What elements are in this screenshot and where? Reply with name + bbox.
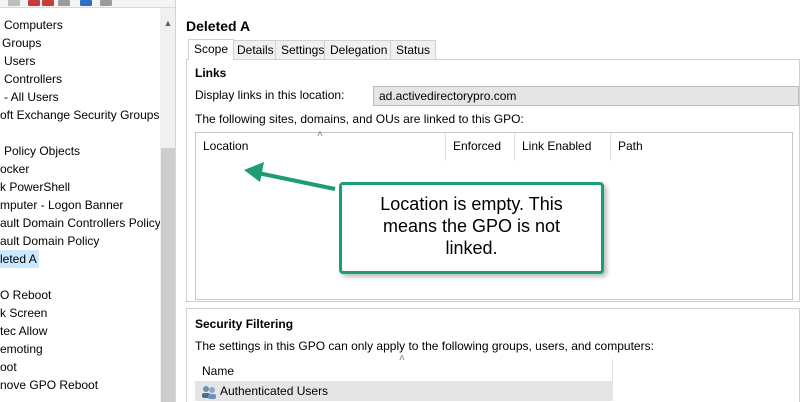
column-header-name[interactable]: Name bbox=[195, 359, 613, 383]
tree-item[interactable]: k Screen bbox=[0, 304, 47, 322]
delete-icon[interactable] bbox=[28, 0, 40, 6]
scope-tab-panel: Links Display links in this location: ad… bbox=[186, 59, 800, 302]
tab-status[interactable]: Status bbox=[390, 40, 437, 60]
tree-item[interactable]: ocker bbox=[0, 160, 29, 178]
tree-item-selected[interactable]: leted A bbox=[0, 250, 39, 268]
annotation-callout: Location is empty. This means the GPO is… bbox=[339, 182, 604, 274]
security-filtering-panel: Security Filtering The settings in this … bbox=[186, 308, 800, 402]
tree-item[interactable]: Users bbox=[4, 52, 35, 70]
tree-item[interactable]: oft Exchange Security Groups bbox=[0, 106, 159, 124]
tab-settings[interactable]: Settings bbox=[275, 40, 331, 60]
security-filtering-heading: Security Filtering bbox=[195, 317, 294, 331]
tree-item[interactable]: ault Domain Policy bbox=[0, 232, 99, 250]
links-heading: Links bbox=[195, 66, 227, 80]
users-group-icon bbox=[201, 385, 217, 399]
tree-item[interactable]: nove GPO Reboot bbox=[0, 376, 98, 394]
display-links-label: Display links in this location: bbox=[195, 88, 345, 102]
tab-details[interactable]: Details bbox=[231, 40, 280, 60]
gpo-tree-pane: Computers Groups Users Controllers - All… bbox=[0, 0, 176, 402]
toolbar bbox=[0, 0, 175, 8]
scrollbar-thumb[interactable] bbox=[161, 148, 175, 402]
view-icon[interactable] bbox=[100, 0, 112, 6]
toolbar-icon[interactable] bbox=[8, 0, 20, 6]
location-dropdown[interactable]: ad.activedirectorypro.com bbox=[373, 86, 799, 106]
tree-item[interactable]: oot bbox=[0, 358, 17, 376]
table-row[interactable]: Authenticated Users bbox=[195, 381, 613, 401]
tree-item[interactable]: Controllers bbox=[4, 70, 62, 88]
gpo-details-pane: Deleted A Scope Details Settings Delegat… bbox=[178, 0, 802, 402]
tree-item[interactable]: O Reboot bbox=[0, 286, 51, 304]
row-name: Authenticated Users bbox=[220, 384, 329, 398]
column-header-path[interactable]: Path bbox=[611, 133, 791, 161]
tree-item[interactable]: - All Users bbox=[4, 88, 59, 106]
page-title: Deleted A bbox=[186, 18, 251, 34]
tree-item[interactable]: ault Domain Controllers Policy bbox=[0, 214, 161, 232]
properties-icon[interactable] bbox=[58, 0, 70, 6]
callout-text: Location is empty. This means the GPO is… bbox=[380, 194, 563, 258]
delete-icon[interactable] bbox=[42, 0, 54, 6]
tab-scope[interactable]: Scope bbox=[188, 39, 235, 60]
tree-item[interactable]: Groups bbox=[2, 34, 41, 52]
tab-delegation[interactable]: Delegation bbox=[324, 40, 394, 60]
tree-item[interactable]: Policy Objects bbox=[4, 142, 80, 160]
tree-item[interactable]: mputer - Logon Banner bbox=[0, 196, 123, 214]
tree-item[interactable]: k PowerShell bbox=[0, 178, 70, 196]
help-icon[interactable] bbox=[80, 0, 92, 6]
tree-item[interactable]: emoting bbox=[0, 340, 43, 358]
tree-item[interactable]: tec Allow bbox=[0, 322, 47, 340]
scroll-up-arrow-icon[interactable]: ▲ bbox=[160, 16, 175, 30]
linked-description: The following sites, domains, and OUs ar… bbox=[195, 112, 524, 126]
column-header-link-enabled[interactable]: Link Enabled bbox=[515, 133, 611, 161]
column-header-enforced[interactable]: Enforced bbox=[446, 133, 515, 161]
column-header-location[interactable]: Location bbox=[196, 133, 446, 161]
tree-item[interactable]: Computers bbox=[4, 16, 63, 34]
tree-scrollbar[interactable]: ▲ bbox=[160, 8, 175, 402]
security-filtering-description: The settings in this GPO can only apply … bbox=[195, 339, 654, 353]
